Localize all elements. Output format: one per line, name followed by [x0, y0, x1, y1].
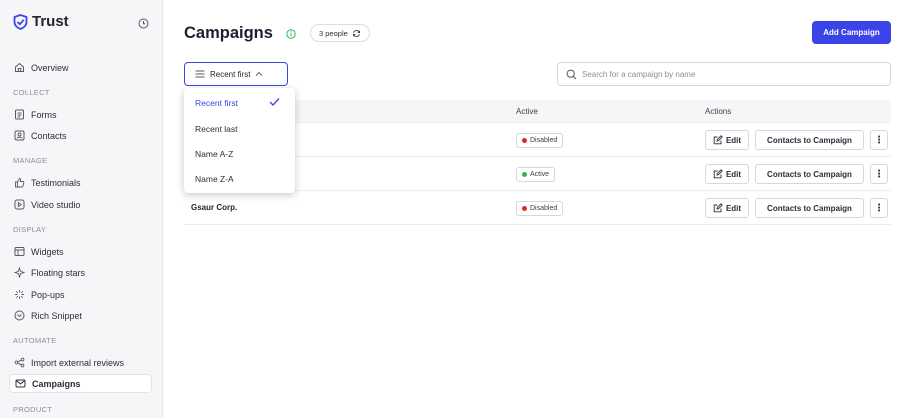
shield-check-icon — [13, 13, 28, 30]
check-icon — [269, 98, 280, 106]
contacts-to-campaign-button[interactable]: Contacts to Campaign — [755, 198, 864, 218]
search-icon — [566, 69, 577, 79]
sparkle-icon — [13, 289, 25, 301]
edit-icon — [713, 135, 723, 145]
sidebar-item-pop-ups[interactable]: Pop-ups — [9, 285, 152, 304]
column-header-actions: Actions — [705, 107, 732, 116]
sidebar-item-overview[interactable]: Overview — [9, 58, 152, 77]
add-campaign-button[interactable]: Add Campaign — [812, 21, 891, 44]
status-text: Disabled — [530, 137, 558, 144]
section-collect: COLLECT — [13, 88, 50, 97]
status-badge: Active — [516, 167, 556, 182]
status-badge: Disabled — [516, 201, 564, 216]
edit-label: Edit — [725, 169, 742, 179]
sort-dropdown-button[interactable]: Recent first — [184, 62, 288, 86]
more-options-button[interactable]: ⋮ — [870, 130, 888, 150]
contacts-to-campaign-button[interactable]: Contacts to Campaign — [755, 164, 864, 184]
table-row: Gsaur Corp. Disabled Edit Contacts to Ca… — [184, 191, 891, 225]
sort-option-label: Recent first — [195, 98, 238, 108]
page-title: Campaigns — [184, 24, 273, 42]
sidebar-item-label: Pop-ups — [31, 289, 65, 300]
status-dot — [522, 172, 527, 177]
sidebar-item-label: Rich Snippet — [31, 310, 83, 321]
sort-dropdown-menu: Recent first Recent last Name A-Z Name Z… — [184, 88, 295, 193]
brand-name: Trust — [32, 13, 69, 30]
sidebar: Trust Overview COLLECT Forms Contacts MA… — [0, 0, 163, 418]
contact-card-icon — [13, 130, 25, 142]
section-product: PRODUCT — [13, 405, 53, 414]
form-icon — [13, 109, 25, 121]
section-automate: AUTOMATE — [13, 336, 57, 345]
sidebar-item-contacts[interactable]: Contacts — [9, 126, 152, 145]
edit-button[interactable]: Edit — [705, 130, 749, 150]
status-badge: Disabled — [516, 133, 564, 148]
menu-icon — [195, 70, 205, 78]
people-count-badge[interactable]: 3 people — [310, 24, 370, 42]
sidebar-item-widgets[interactable]: Widgets — [9, 242, 152, 261]
sort-option-label: Recent last — [195, 124, 238, 134]
sidebar-item-label: Widgets — [31, 246, 64, 257]
status-text: Active — [530, 171, 550, 178]
status-text: Disabled — [530, 205, 558, 212]
sort-option-recent-last[interactable]: Recent last — [184, 116, 295, 142]
column-header-active: Active — [516, 107, 538, 116]
edit-icon — [713, 169, 723, 179]
info-icon[interactable] — [286, 29, 296, 41]
sidebar-item-label: Contacts — [31, 130, 67, 141]
sidebar-item-rich-snippet[interactable]: Rich Snippet — [9, 306, 152, 325]
sort-label: Recent first — [210, 69, 251, 79]
sidebar-item-forms[interactable]: Forms — [9, 105, 152, 124]
edit-button[interactable]: Edit — [705, 198, 749, 218]
sort-option-label: Name A-Z — [195, 149, 234, 159]
edit-icon — [713, 203, 723, 213]
star-icon — [13, 267, 25, 279]
share-icon — [13, 357, 25, 369]
sidebar-item-label: Forms — [31, 109, 57, 120]
status-dot — [522, 138, 527, 143]
sort-option-label: Name Z-A — [195, 174, 234, 184]
sidebar-item-label: Import external reviews — [31, 357, 125, 368]
edit-label: Edit — [725, 135, 742, 145]
brand-logo[interactable]: Trust — [13, 13, 69, 30]
sort-option-name-a-z[interactable]: Name A-Z — [184, 141, 295, 167]
more-options-button[interactable]: ⋮ — [870, 198, 888, 218]
chevron-up-icon — [256, 71, 263, 76]
edit-button[interactable]: Edit — [705, 164, 749, 184]
play-icon — [13, 199, 25, 211]
snippet-icon — [13, 310, 25, 322]
mail-icon — [14, 378, 26, 390]
status-dot — [522, 206, 527, 211]
sort-option-name-z-a[interactable]: Name Z-A — [184, 166, 295, 192]
widget-icon — [13, 246, 25, 258]
sidebar-item-video-studio[interactable]: Video studio — [9, 195, 152, 214]
sidebar-item-testimonials[interactable]: Testimonials — [9, 173, 152, 192]
people-count: 3 people — [319, 28, 348, 38]
contacts-to-campaign-button[interactable]: Contacts to Campaign — [755, 130, 864, 150]
edit-label: Edit — [725, 203, 742, 213]
refresh-icon — [352, 29, 360, 37]
collapse-sidebar-button[interactable] — [136, 16, 150, 30]
sidebar-item-import-external-reviews[interactable]: Import external reviews — [9, 353, 152, 372]
sidebar-item-campaigns[interactable]: Campaigns — [9, 374, 152, 393]
section-manage: MANAGE — [13, 156, 48, 165]
sidebar-item-label: Testimonials — [31, 177, 81, 188]
sidebar-item-label: Video studio — [31, 199, 81, 210]
thumbs-up-icon — [13, 177, 25, 189]
sidebar-item-label: Campaigns — [32, 378, 81, 389]
sidebar-item-label: Floating stars — [31, 267, 86, 278]
clock-icon — [138, 18, 148, 28]
sidebar-item-floating-stars[interactable]: Floating stars — [9, 263, 152, 282]
home-icon — [13, 62, 25, 74]
campaign-name: Gsaur Corp. — [191, 203, 238, 212]
search-input[interactable] — [582, 69, 862, 79]
more-options-button[interactable]: ⋮ — [870, 164, 888, 184]
search-box — [557, 62, 891, 86]
section-display: DISPLAY — [13, 225, 47, 234]
sidebar-item-label: Overview — [31, 62, 69, 73]
sort-option-recent-first[interactable]: Recent first — [184, 90, 295, 116]
